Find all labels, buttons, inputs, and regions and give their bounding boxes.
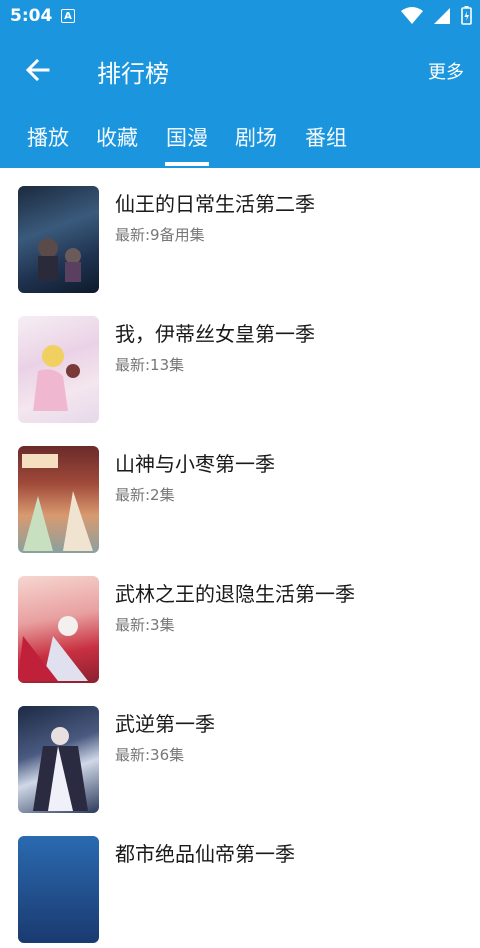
signal-icon (434, 7, 450, 24)
item-title: 我，伊蒂丝女皇第一季 (115, 322, 315, 346)
cover-image (18, 576, 99, 683)
item-title: 武逆第一季 (115, 712, 215, 736)
list-item[interactable]: 山神与小枣第一季 最新:2集 (0, 428, 480, 558)
list-item[interactable]: 仙王的日常生活第二季 最新:9备用集 (0, 168, 480, 298)
cover-image (18, 186, 99, 293)
item-title: 武林之王的退隐生活第一季 (115, 582, 355, 606)
list-item[interactable]: 武林之王的退隐生活第一季 最新:3集 (0, 558, 480, 688)
page-title: 排行榜 (97, 60, 169, 88)
tab-play[interactable]: 播放 (27, 122, 69, 152)
item-latest: 最新:36集 (115, 746, 185, 764)
list-item[interactable]: 都市绝品仙帝第一季 (0, 818, 480, 948)
tab-guoman[interactable]: 国漫 (166, 122, 208, 152)
status-bar: 5:04 A (0, 0, 480, 33)
toolbar: 排行榜 更多 (0, 40, 480, 100)
tab-favorites[interactable]: 收藏 (96, 122, 138, 152)
item-latest: 最新:13集 (115, 356, 185, 374)
wifi-icon (401, 6, 423, 24)
cover-image (18, 836, 99, 943)
active-tab-indicator (165, 162, 209, 166)
app-header: 5:04 A 排行榜 更多 播放 收藏 国漫 剧场 番组 (0, 0, 480, 168)
item-title: 都市绝品仙帝第一季 (115, 842, 295, 866)
list-item[interactable]: 我，伊蒂丝女皇第一季 最新:13集 (0, 298, 480, 428)
item-title: 山神与小枣第一季 (115, 452, 275, 476)
item-latest: 最新:2集 (115, 486, 175, 504)
list-item[interactable]: 武逆第一季 最新:36集 (0, 688, 480, 818)
item-latest: 最新:9备用集 (115, 226, 205, 244)
cover-image (18, 446, 99, 553)
more-button[interactable]: 更多 (428, 58, 464, 84)
tab-theater[interactable]: 剧场 (235, 122, 277, 152)
notification-icon: A (61, 9, 75, 23)
back-arrow-icon[interactable] (22, 54, 54, 86)
battery-icon (461, 6, 472, 25)
tab-bar: 播放 收藏 国漫 剧场 番组 (0, 110, 480, 168)
item-title: 仙王的日常生活第二季 (115, 192, 315, 216)
status-time: 5:04 (10, 6, 53, 26)
cover-image (18, 706, 99, 813)
item-latest: 最新:3集 (115, 616, 175, 634)
cover-image (18, 316, 99, 423)
tab-bangumi[interactable]: 番组 (305, 122, 347, 152)
